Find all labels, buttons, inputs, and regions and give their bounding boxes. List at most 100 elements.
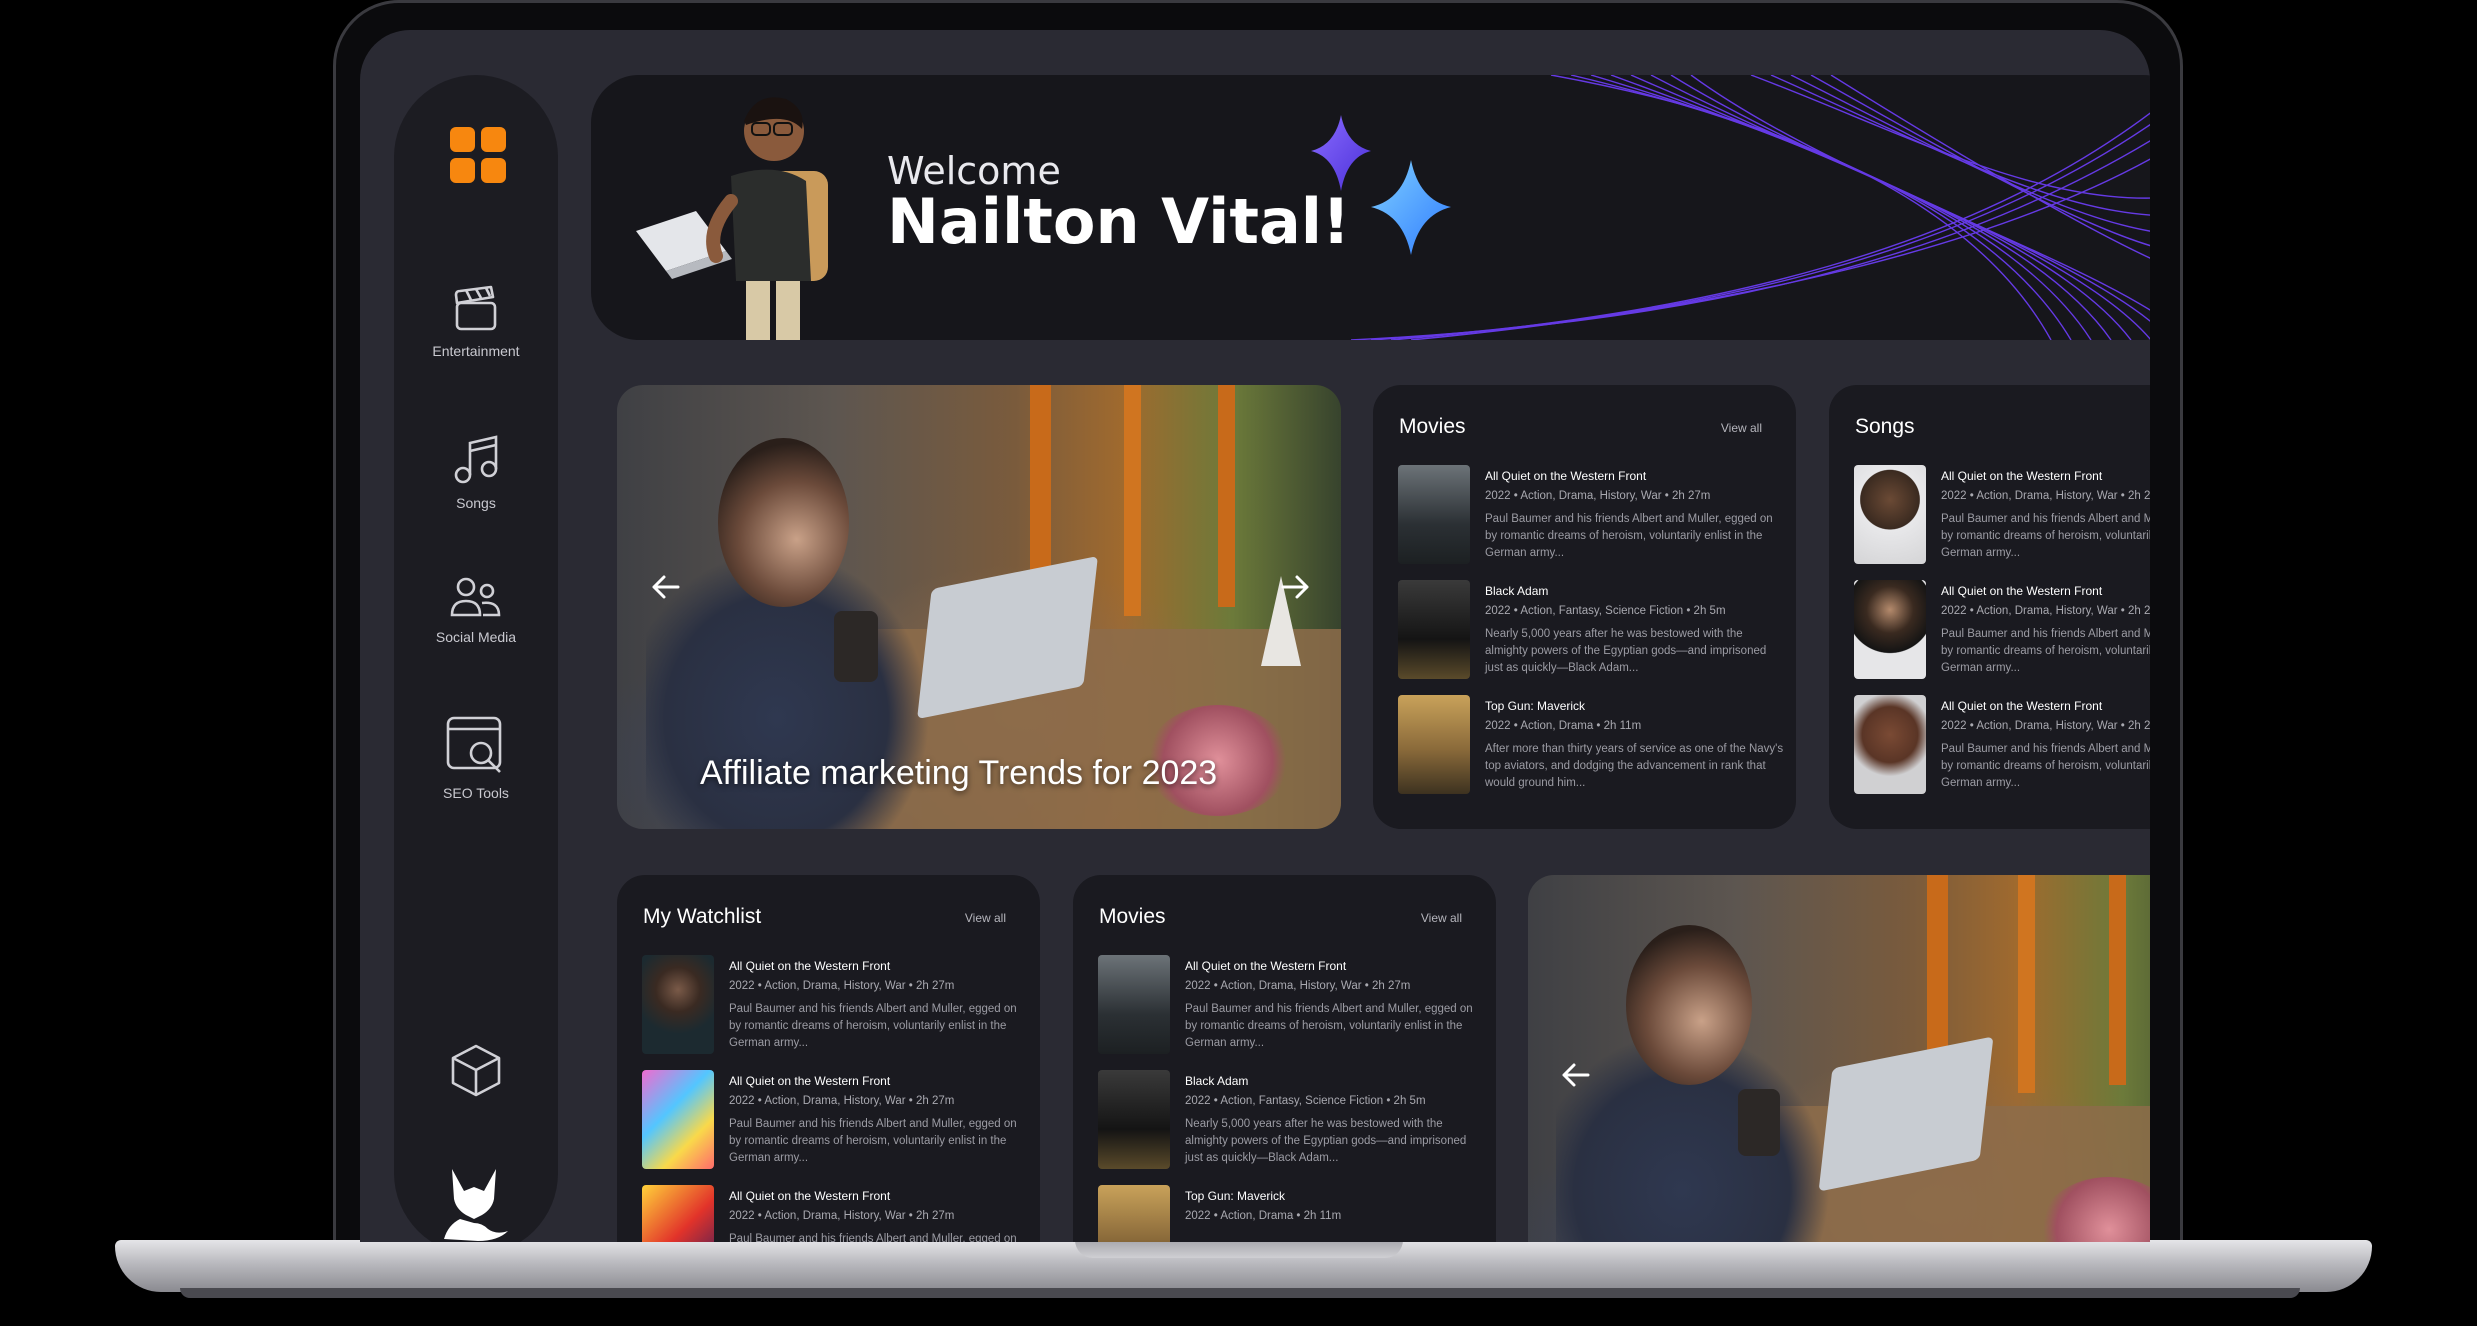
item-meta: 2022 • Action, Fantasy, Science Fiction …	[1485, 605, 1726, 617]
sparkle-icon	[1311, 115, 1451, 255]
item-description: Paul Baumer and his friends Albert and M…	[729, 1118, 1017, 1164]
list-item[interactable]: All Quiet on the Western Front 2022 • Ac…	[642, 1185, 1020, 1242]
movie-poster	[1398, 465, 1470, 564]
item-meta: 2022 • Action, Drama, History, War • 2h …	[729, 980, 955, 992]
item-title: Top Gun: Maverick	[1185, 1189, 1286, 1203]
item-meta: 2022 • Action, Drama, History, War • 2h …	[1941, 605, 2150, 617]
sidebar-item-label: SEO Tools	[443, 785, 509, 801]
laptop-notch	[1075, 1240, 1403, 1258]
item-meta: 2022 • Action, Drama • 2h 11m	[1485, 720, 1642, 732]
list-item[interactable]: All Quiet on the Western Front 2022 • Ac…	[1854, 695, 2150, 810]
item-description: Nearly 5,000 years after he was bestowed…	[1185, 1118, 1467, 1164]
songs-card: Songs All Quiet on the Western Front 202…	[1829, 385, 2150, 829]
watchlist-card: My Watchlist View all All Quiet on the W…	[617, 875, 1040, 1242]
laptop-base-edge	[180, 1288, 2300, 1298]
item-description: Paul Baumer and his friends Albert and M…	[1485, 513, 1773, 559]
list-item[interactable]: Top Gun: Maverick 2022 • Action, Drama •…	[1398, 695, 1783, 810]
card-title: Songs	[1855, 415, 1915, 438]
artist-photo	[1854, 580, 1926, 679]
cube-icon[interactable]	[394, 1043, 558, 1102]
movie-poster	[642, 1070, 714, 1169]
sidebar-item-label: Songs	[456, 495, 496, 511]
item-title: All Quiet on the Western Front	[729, 1189, 891, 1203]
movie-poster	[642, 1185, 714, 1242]
hero-slide-bottom[interactable]	[1528, 875, 2150, 1242]
item-title: All Quiet on the Western Front	[729, 959, 891, 973]
list-item[interactable]: Black Adam 2022 • Action, Fantasy, Scien…	[1398, 580, 1776, 695]
item-title: Black Adam	[1485, 584, 1549, 598]
card-title: Movies	[1399, 415, 1466, 438]
movie-poster	[1098, 1185, 1170, 1242]
item-meta: 2022 • Action, Drama, History, War • 2h …	[1485, 490, 1711, 502]
card-title: My Watchlist	[643, 905, 762, 928]
item-title: All Quiet on the Western Front	[729, 1074, 891, 1088]
sidebar-item-songs[interactable]: Songs	[394, 433, 558, 511]
item-description: Paul Baumer and his friends Albert and M…	[1185, 1003, 1473, 1049]
movie-poster	[1098, 1070, 1170, 1169]
list-item[interactable]: All Quiet on the Western Front 2022 • Ac…	[642, 955, 1020, 1070]
item-title: All Quiet on the Western Front	[1941, 469, 2103, 483]
users-icon	[450, 577, 501, 617]
arrow-left-icon[interactable]	[1556, 1055, 1596, 1095]
item-meta: 2022 • Action, Drama, History, War • 2h …	[1941, 490, 2150, 502]
movie-poster	[1398, 695, 1470, 794]
movie-poster	[1398, 580, 1470, 679]
item-description: Nearly 5,000 years after he was bestowed…	[1485, 628, 1767, 674]
clapperboard-icon	[454, 285, 497, 331]
browser-search-icon	[446, 716, 502, 773]
sidebar-item-label: Social Media	[435, 629, 517, 645]
card-title: Movies	[1099, 905, 1166, 928]
movie-poster	[642, 955, 714, 1054]
view-all-link[interactable]: View all	[1421, 911, 1462, 925]
artist-photo	[1854, 465, 1926, 564]
sidebar-item-seo-tools[interactable]: SEO Tools	[394, 715, 558, 801]
welcome-banner: Welcome Nailton Vital!	[591, 75, 2150, 340]
item-meta: 2022 • Action, Drama, History, War • 2h …	[729, 1210, 955, 1222]
sidebar-item-entertainment[interactable]: Entertainment	[394, 285, 558, 359]
arrow-left-icon[interactable]	[646, 567, 686, 607]
sidebar: Entertainment Songs Social Media SEO Too…	[394, 75, 558, 1242]
item-title: All Quiet on the Western Front	[1185, 959, 1347, 973]
list-item[interactable]: All Quiet on the Western Front 2022 • Ac…	[1854, 465, 2150, 580]
list-item[interactable]: All Quiet on the Western Front 2022 • Ac…	[1398, 465, 1776, 580]
fox-logo-icon	[394, 1165, 558, 1242]
list-item[interactable]: Top Gun: Maverick 2022 • Action, Drama •…	[1098, 1185, 1476, 1242]
list-item[interactable]: All Quiet on the Western Front 2022 • Ac…	[1098, 955, 1476, 1070]
item-title: Black Adam	[1185, 1074, 1249, 1088]
item-title: All Quiet on the Western Front	[1941, 699, 2103, 713]
hero-caption: Affiliate marketing Trends for 2023	[700, 754, 1218, 792]
hero-slide-top[interactable]: Affiliate marketing Trends for 2023	[617, 385, 1341, 829]
list-item[interactable]: All Quiet on the Western Front 2022 • Ac…	[642, 1070, 1020, 1185]
item-title: Top Gun: Maverick	[1485, 699, 1586, 713]
sidebar-item-label: Entertainment	[432, 343, 520, 359]
list-item[interactable]: All Quiet on the Western Front 2022 • Ac…	[1854, 580, 2150, 695]
music-note-icon	[454, 435, 498, 484]
sidebar-item-social-media[interactable]: Social Media	[394, 575, 558, 645]
app-screen: Entertainment Songs Social Media SEO Too…	[360, 30, 2150, 1242]
item-description: Paul Baumer and his friends Albert and M…	[729, 1233, 1017, 1242]
item-description: Paul Baumer and his friends Albert and M…	[1941, 628, 2150, 674]
item-meta: 2022 • Action, Drama • 2h 11m	[1185, 1210, 1342, 1222]
view-all-link[interactable]: View all	[1721, 421, 1762, 435]
item-description: Paul Baumer and his friends Albert and M…	[1941, 743, 2150, 789]
item-meta: 2022 • Action, Drama, History, War • 2h …	[1185, 980, 1411, 992]
movie-poster	[1098, 955, 1170, 1054]
user-name: Nailton Vital!	[887, 185, 1351, 258]
movies-card: Movies View all All Quiet on the Western…	[1373, 385, 1796, 829]
dashboard-grid-icon[interactable]	[450, 127, 506, 183]
item-description: After more than thirty years of service …	[1485, 743, 1784, 789]
item-title: All Quiet on the Western Front	[1941, 584, 2103, 598]
item-description: Paul Baumer and his friends Albert and M…	[1941, 513, 2150, 559]
item-meta: 2022 • Action, Fantasy, Science Fiction …	[1185, 1095, 1426, 1107]
movies-card-2: Movies View all All Quiet on the Western…	[1073, 875, 1496, 1242]
list-item[interactable]: Black Adam 2022 • Action, Fantasy, Scien…	[1098, 1070, 1476, 1185]
item-meta: 2022 • Action, Drama, History, War • 2h …	[729, 1095, 955, 1107]
item-meta: 2022 • Action, Drama, History, War • 2h …	[1941, 720, 2150, 732]
artist-photo	[1854, 695, 1926, 794]
item-title: All Quiet on the Western Front	[1485, 469, 1647, 483]
view-all-link[interactable]: View all	[965, 911, 1006, 925]
avatar-illustration	[636, 97, 828, 340]
hero-photo	[1528, 875, 2150, 1242]
item-description: Paul Baumer and his friends Albert and M…	[729, 1003, 1017, 1049]
arrow-right-icon[interactable]	[1275, 567, 1315, 607]
